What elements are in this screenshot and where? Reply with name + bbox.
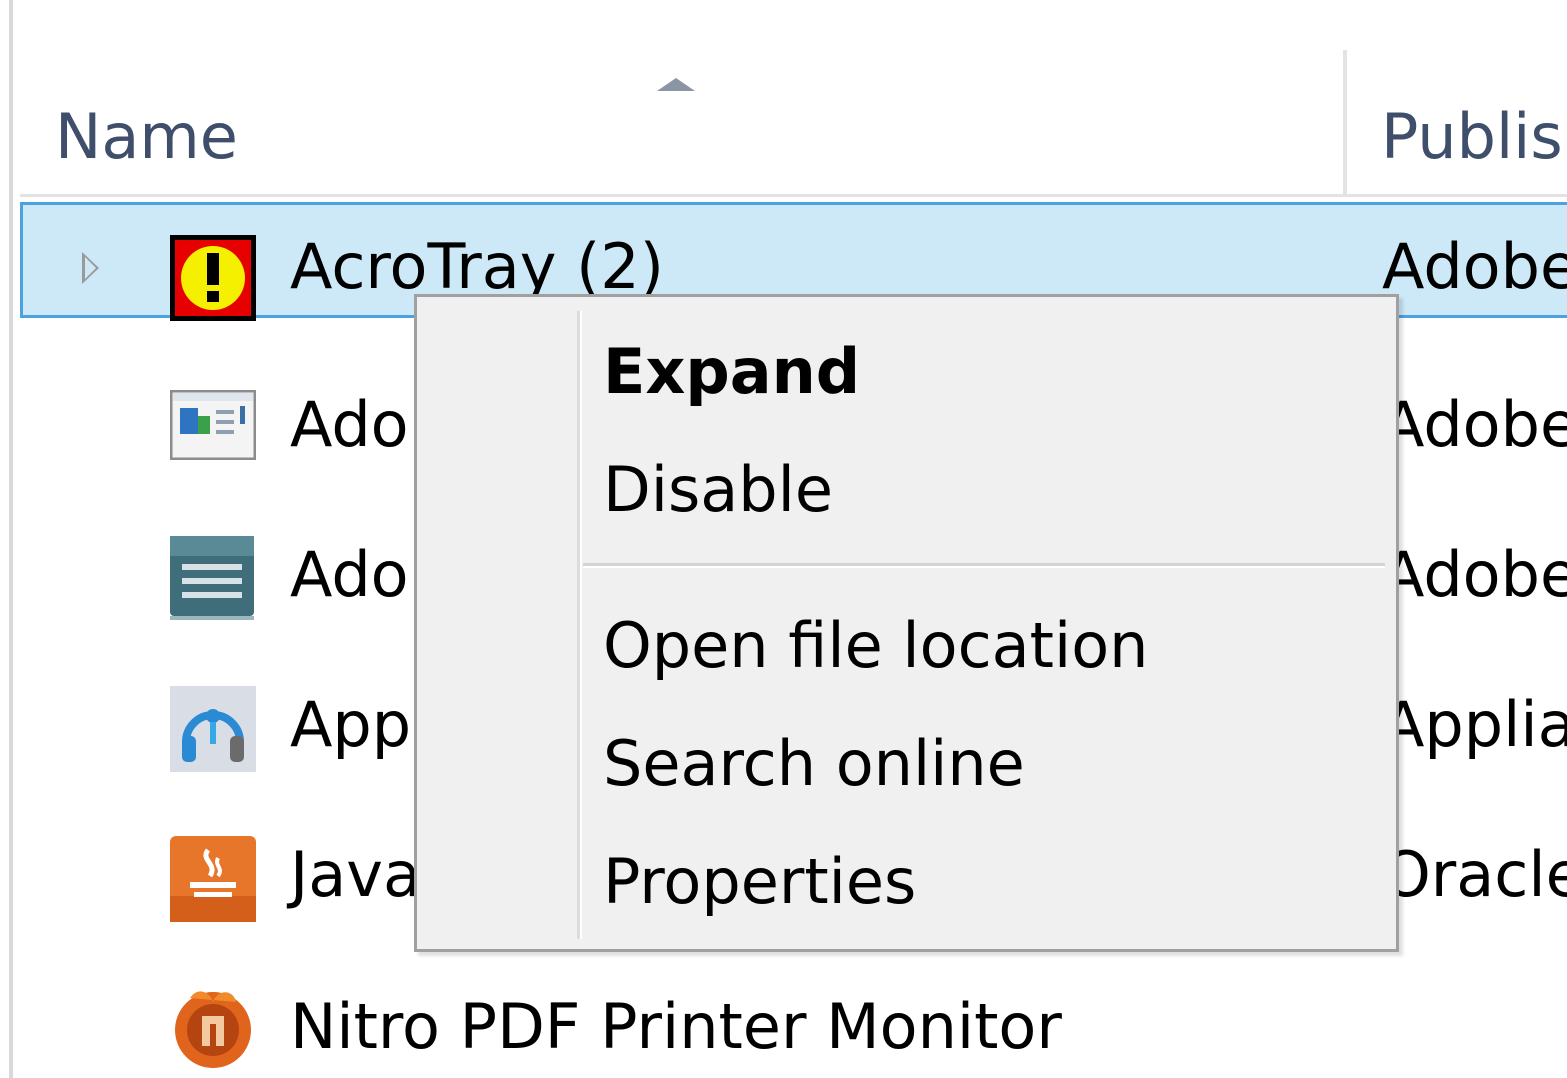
row-publisher: Oracle	[1382, 838, 1567, 911]
row-publisher: Adobe	[1382, 388, 1567, 461]
column-header-publisher[interactable]: Publis	[1381, 100, 1567, 173]
menu-item-search-online[interactable]: Search online	[603, 727, 1025, 800]
row-publisher: Applia	[1382, 688, 1567, 761]
context-menu: Expand Disable Open file location Search…	[414, 294, 1399, 952]
menu-item-open-file-location[interactable]: Open file location	[603, 609, 1148, 682]
service-list-icon	[170, 536, 254, 620]
java-icon	[170, 836, 256, 922]
column-divider[interactable]	[1343, 50, 1347, 196]
menu-separator	[583, 563, 1385, 568]
window-app-icon	[169, 389, 257, 474]
nitro-pdf-icon	[170, 984, 254, 1068]
row-name: Java	[290, 838, 421, 911]
row-name: Nitro PDF Printer Monitor	[290, 990, 1062, 1063]
startup-apps-window: Name Publis AcroTray (2) Adobe Adol Adob…	[0, 0, 1567, 1078]
row-name: Adol	[290, 538, 426, 611]
row-publisher: Adobe	[1382, 230, 1567, 303]
list-header: Name Publis	[13, 0, 1567, 196]
column-header-name[interactable]: Name	[55, 100, 238, 173]
row-name: Appl	[290, 688, 429, 761]
menu-item-disable[interactable]: Disable	[603, 453, 833, 526]
menu-item-expand[interactable]: Expand	[603, 335, 860, 408]
acrotray-warning-icon	[170, 235, 256, 321]
row-name: Adol	[290, 388, 426, 461]
header-divider	[20, 194, 1567, 197]
table-row[interactable]: Nitro PDF Printer Monitor	[20, 962, 1567, 1078]
expand-arrow-icon[interactable]	[82, 252, 99, 284]
row-publisher: Adobe	[1382, 538, 1567, 611]
headset-app-icon	[170, 686, 256, 772]
row-name: AcroTray (2)	[290, 230, 664, 303]
menu-item-properties[interactable]: Properties	[603, 845, 916, 918]
sort-ascending-icon	[657, 78, 695, 91]
menu-gutter-divider	[577, 311, 582, 939]
